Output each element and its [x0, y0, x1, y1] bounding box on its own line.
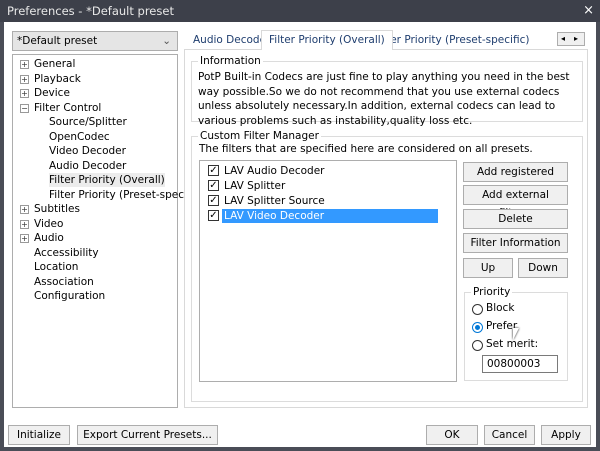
- tab-filter-priority-preset-specific[interactable]: Filter Priority (Preset-specific): [368, 31, 536, 49]
- filter-label: LAV Audio Decoder: [224, 165, 325, 177]
- up-button[interactable]: Up: [463, 258, 513, 278]
- chevron-down-icon: ⌄: [162, 35, 171, 47]
- tree-item[interactable]: Audio: [34, 231, 64, 245]
- tree-item[interactable]: Location: [34, 260, 78, 274]
- close-icon[interactable]: ×: [583, 0, 594, 22]
- tree-item[interactable]: Audio Decoder: [49, 159, 126, 173]
- block-label: Block: [486, 302, 515, 314]
- expand-icon[interactable]: +: [20, 234, 29, 243]
- preset-selected: *Default preset: [17, 35, 98, 47]
- add-external-filter-button[interactable]: Add external filter...: [463, 185, 568, 219]
- tab-filter-priority-overall[interactable]: Filter Priority (Overall): [261, 30, 393, 50]
- add-registered-filter-button[interactable]: Add registered filter: [463, 162, 568, 196]
- checkbox[interactable]: ✓: [208, 165, 219, 176]
- block-radio[interactable]: [472, 304, 483, 315]
- filter-list[interactable]: ✓ LAV Audio Decoder ✓ LAV Splitter ✓ LAV Spli…: [199, 160, 457, 382]
- tab-scroll-right-icon[interactable]: ▸: [574, 33, 578, 45]
- filter-list-item[interactable]: ✓ LAV Video Decoder: [204, 209, 440, 223]
- manager-description: The filters that are specified here are …: [199, 143, 533, 155]
- merit-input[interactable]: 00800003: [482, 355, 558, 373]
- tree-item[interactable]: Configuration: [34, 289, 105, 303]
- checkbox[interactable]: ✓: [208, 195, 219, 206]
- set-merit-radio[interactable]: [472, 340, 483, 351]
- tree-item[interactable]: Accessibility: [34, 246, 99, 260]
- tab-scroll-left-icon[interactable]: ◂: [561, 33, 565, 45]
- initialize-button[interactable]: Initialize: [8, 425, 70, 445]
- tree-item[interactable]: Device: [34, 86, 70, 100]
- export-presets-button[interactable]: Export Current Presets...: [77, 425, 218, 445]
- filter-list-item[interactable]: ✓ LAV Splitter: [204, 179, 440, 193]
- custom-filter-manager-title: Custom Filter Manager: [198, 130, 321, 142]
- expand-icon[interactable]: +: [20, 89, 29, 98]
- expand-icon[interactable]: +: [20, 60, 29, 69]
- filter-label: LAV Splitter Source: [224, 195, 325, 207]
- prefer-radio[interactable]: [472, 322, 483, 333]
- cancel-button[interactable]: Cancel: [484, 425, 535, 445]
- checkbox[interactable]: ✓: [208, 210, 219, 221]
- delete-button[interactable]: Delete: [463, 209, 568, 229]
- ok-button[interactable]: OK: [426, 425, 478, 445]
- tree-item[interactable]: OpenCodec: [49, 130, 110, 144]
- expand-icon[interactable]: +: [20, 219, 29, 229]
- filter-label: LAV Splitter: [224, 180, 286, 192]
- information-text: PotP Built-in Codecs are just fine to pl…: [198, 71, 570, 127]
- tree-item[interactable]: Video Decoder: [49, 144, 126, 158]
- tree-item[interactable]: Filter Control: [34, 101, 101, 115]
- filter-label: LAV Video Decoder: [222, 209, 438, 223]
- expand-icon[interactable]: +: [20, 205, 29, 214]
- tree-item[interactable]: Video: [34, 217, 63, 231]
- window-title: Preferences - *Default preset: [7, 4, 174, 18]
- tree-item[interactable]: Association: [34, 275, 94, 289]
- mouse-cursor-icon: [513, 328, 519, 340]
- apply-button[interactable]: Apply: [541, 425, 591, 445]
- down-button[interactable]: Down: [518, 258, 568, 278]
- tree-item[interactable]: Filter Priority (Overall): [49, 173, 165, 187]
- preset-dropdown[interactable]: *Default preset ⌄: [12, 31, 178, 51]
- priority-title: Priority: [471, 286, 513, 298]
- tree-item[interactable]: General: [34, 57, 75, 71]
- radio-dot: [475, 325, 480, 330]
- tree-item[interactable]: Filter Priority (Preset-specific): [49, 188, 203, 202]
- expand-icon[interactable]: +: [20, 74, 29, 84]
- tree-item[interactable]: Source/Splitter: [49, 115, 127, 129]
- information-group: Information PotP Built-in Codecs are jus…: [191, 55, 583, 127]
- tree-item[interactable]: Playback: [34, 72, 81, 86]
- filter-information-button[interactable]: Filter Information: [463, 233, 568, 253]
- settings-tree: + General + Playback + Device − Filter Control S…: [12, 54, 203, 408]
- tree-item[interactable]: Subtitles: [34, 202, 80, 216]
- collapse-icon[interactable]: −: [20, 103, 29, 113]
- information-title: Information: [198, 55, 263, 67]
- checkbox[interactable]: ✓: [208, 180, 219, 191]
- filter-list-item[interactable]: ✓ LAV Audio Decoder: [204, 164, 440, 178]
- title-bar: Preferences - *Default preset: [0, 0, 600, 22]
- tab-scroll: ◂ ▸: [557, 32, 585, 46]
- filter-list-item[interactable]: ✓ LAV Splitter Source: [204, 194, 440, 208]
